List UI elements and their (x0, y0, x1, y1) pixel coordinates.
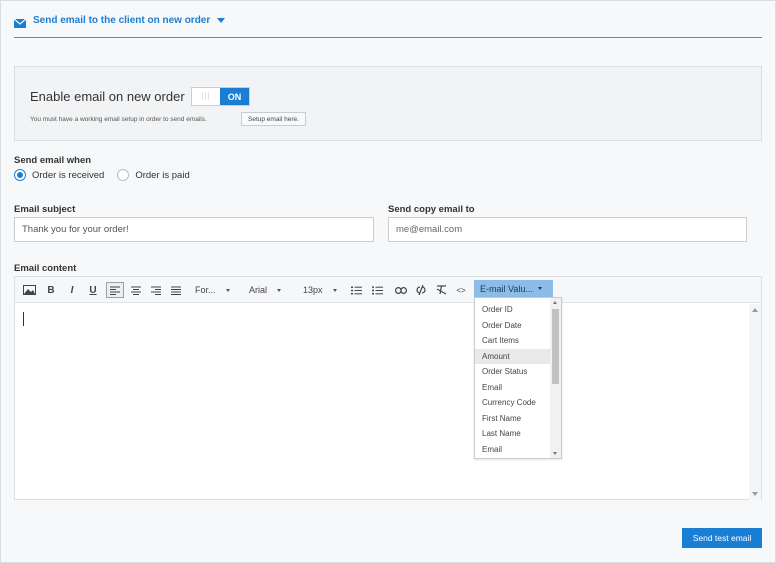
format-select[interactable]: For... (195, 282, 241, 298)
dropdown-item[interactable]: First Name (475, 411, 550, 427)
dropdown-item[interactable]: Order ID (475, 302, 550, 318)
dropdown-item[interactable]: Cart Items (475, 333, 550, 349)
envelope-icon (13, 15, 27, 28)
link-icon[interactable] (393, 282, 409, 298)
source-code-icon[interactable]: <> (454, 282, 468, 298)
font-select[interactable]: Arial (249, 282, 293, 298)
ordered-list-icon[interactable] (349, 282, 363, 298)
chevron-down-icon (332, 288, 337, 292)
dropdown-item-highlighted[interactable]: Amount (475, 348, 550, 364)
scroll-down-arrow-icon[interactable] (752, 492, 758, 496)
enable-email-label: Enable email on new order (30, 89, 185, 104)
email-content-editor[interactable]: B I U For... Arial 13px <> E-mail Valu..… (14, 276, 762, 500)
copy-email-input[interactable]: me@email.com (388, 217, 747, 242)
email-content-label: Email content (14, 263, 77, 274)
clear-format-icon[interactable] (433, 282, 449, 298)
bold-icon[interactable]: B (44, 282, 58, 298)
text-cursor (23, 312, 24, 326)
editor-toolbar: B I U For... Arial 13px <> E-mail Valu..… (15, 277, 761, 303)
enable-email-toggle[interactable]: ||| ON (191, 87, 250, 106)
dropdown-item[interactable]: Email (475, 380, 550, 396)
image-icon[interactable] (21, 282, 37, 298)
email-subject-input[interactable]: Thank you for your order! (14, 217, 374, 242)
dropdown-item[interactable]: Email (475, 442, 550, 458)
size-select[interactable]: 13px (303, 282, 343, 298)
send-test-email-button[interactable]: Send test email (682, 528, 762, 548)
scrollbar-thumb[interactable] (552, 309, 559, 384)
email-setup-note: You must have a working email setup in o… (30, 116, 207, 123)
dropdown-item[interactable]: Order Status (475, 364, 550, 380)
radio-label: Order is received (32, 169, 105, 181)
align-left-icon[interactable] (106, 282, 124, 298)
email-subject-label: Email subject (14, 204, 76, 215)
align-justify-icon[interactable] (168, 282, 184, 298)
radio-order-received[interactable]: Order is received (14, 169, 104, 181)
toggle-handle: ||| (201, 93, 211, 100)
dropdown-item[interactable]: Last Name (475, 426, 550, 442)
editor-scrollbar[interactable] (749, 304, 761, 500)
chevron-down-icon (537, 287, 542, 290)
italic-icon[interactable]: I (65, 282, 79, 298)
email-values-dropdown: Order ID Order Date Cart Items Amount Or… (474, 297, 562, 459)
radio-label: Order is paid (135, 169, 190, 181)
radio-circle[interactable] (117, 169, 130, 181)
email-values-label: E-mail Valu... (480, 283, 533, 294)
scroll-up-arrow-icon[interactable] (752, 308, 758, 312)
section-header[interactable]: Send email to the client on new order (13, 10, 762, 38)
send-when-label: Send email when (14, 155, 92, 166)
size-select-value: 13px (303, 285, 323, 295)
dropdown-scrollbar[interactable] (550, 298, 561, 458)
chevron-down-icon (225, 288, 230, 292)
setup-email-button[interactable]: Setup email here. (241, 112, 306, 126)
unlink-icon[interactable] (413, 282, 429, 298)
section-title: Send email to the client on new order (33, 15, 211, 26)
email-values-select[interactable]: E-mail Valu... (474, 280, 553, 297)
enable-email-panel: Enable email on new order ||| ON You mus… (14, 66, 762, 141)
send-when-radio-group: Order is received Order is paid (14, 169, 203, 181)
chevron-down-icon (277, 288, 282, 292)
scroll-up-arrow-icon[interactable] (553, 301, 557, 304)
radio-circle-checked[interactable] (14, 169, 26, 181)
toggle-state-label: ON (220, 88, 249, 105)
dropdown-item[interactable]: Order Date (475, 318, 550, 334)
dropdown-item[interactable]: Currency Code (475, 395, 550, 411)
scroll-down-arrow-icon[interactable] (553, 452, 557, 455)
copy-email-label: Send copy email to (388, 204, 475, 215)
radio-order-paid[interactable]: Order is paid (117, 169, 190, 181)
underline-icon[interactable]: U (86, 282, 100, 298)
format-select-value: For... (195, 285, 216, 295)
align-right-icon[interactable] (148, 282, 164, 298)
chevron-down-icon[interactable] (217, 18, 226, 23)
font-select-value: Arial (249, 285, 268, 295)
unordered-list-icon[interactable] (370, 282, 384, 298)
align-center-icon[interactable] (128, 282, 144, 298)
